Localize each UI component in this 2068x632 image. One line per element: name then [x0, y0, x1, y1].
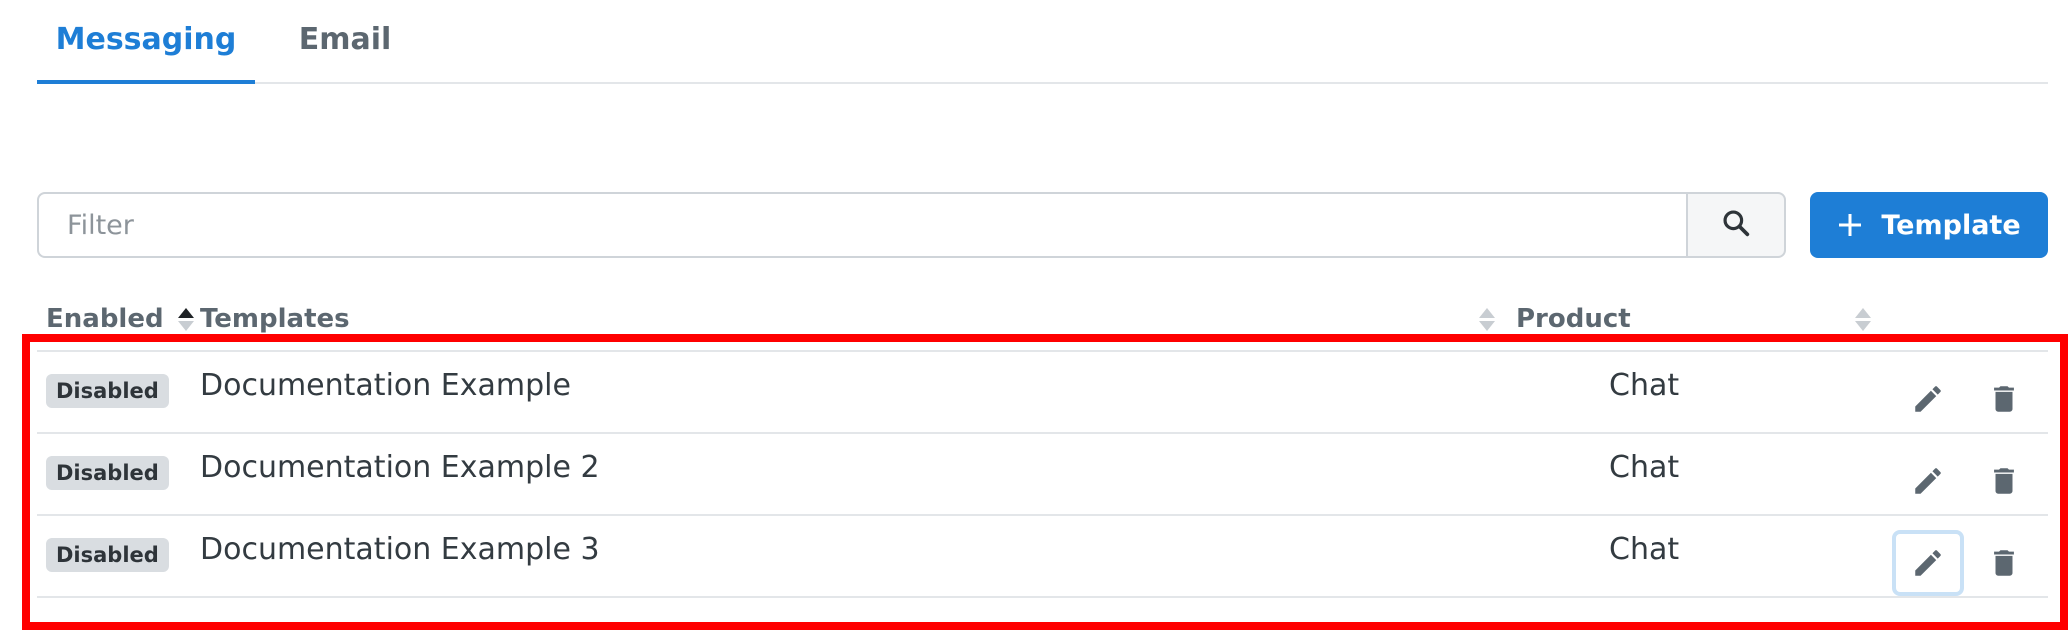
tab-email[interactable]: Email [275, 22, 415, 84]
plus-icon [1837, 205, 1863, 245]
column-label-templates: Templates [200, 304, 350, 334]
sort-templates-icon[interactable] [1479, 308, 1495, 331]
column-label-enabled: Enabled [46, 304, 164, 334]
template-product: Chat [1609, 450, 1680, 485]
trash-icon [1994, 468, 2014, 494]
table-row: Disabled Documentation Example 2 Chat [37, 434, 2048, 516]
template-product: Chat [1609, 532, 1680, 567]
template-name: Documentation Example 2 [200, 450, 600, 485]
delete-button[interactable] [1968, 530, 2040, 596]
column-header-templates[interactable]: Templates [200, 304, 350, 334]
status-badge: Disabled [46, 374, 169, 408]
add-template-button[interactable]: Template [1810, 192, 2048, 258]
edit-button[interactable] [1892, 530, 1964, 596]
pencil-icon [1915, 468, 1941, 494]
table-row: Disabled Documentation Example 3 Chat [37, 516, 2048, 598]
template-name: Documentation Example 3 [200, 532, 600, 567]
sort-product-icon[interactable] [1855, 308, 1871, 331]
tab-bar: Messaging Email [37, 0, 2048, 84]
delete-button[interactable] [1968, 448, 2040, 514]
status-badge: Disabled [46, 538, 169, 572]
templates-table: Disabled Documentation Example Chat Disa… [37, 350, 2048, 598]
templates-page: Messaging Email Template Enabled [0, 0, 2068, 632]
table-row: Disabled Documentation Example Chat [37, 352, 2048, 434]
template-name: Documentation Example [200, 368, 571, 403]
delete-button[interactable] [1968, 366, 2040, 432]
tab-messaging[interactable]: Messaging [37, 22, 255, 84]
status-badge: Disabled [46, 456, 169, 490]
table-header: Enabled Templates Product [37, 298, 2048, 350]
add-template-label: Template [1881, 209, 2021, 241]
search-button[interactable] [1686, 192, 1786, 258]
filter-input[interactable] [39, 194, 1687, 256]
column-header-product[interactable]: Product [1516, 304, 1631, 334]
column-label-product: Product [1516, 304, 1631, 334]
column-header-enabled[interactable]: Enabled [46, 304, 194, 334]
filter-field [37, 192, 1687, 258]
pencil-icon [1915, 386, 1941, 412]
edit-button[interactable] [1892, 366, 1964, 432]
sort-ascending-icon [177, 307, 194, 331]
trash-icon [1994, 386, 2014, 412]
trash-icon [1994, 550, 2014, 576]
edit-button[interactable] [1892, 448, 1964, 514]
pencil-icon [1915, 550, 1941, 576]
search-icon [1720, 207, 1752, 243]
template-product: Chat [1609, 368, 1680, 403]
